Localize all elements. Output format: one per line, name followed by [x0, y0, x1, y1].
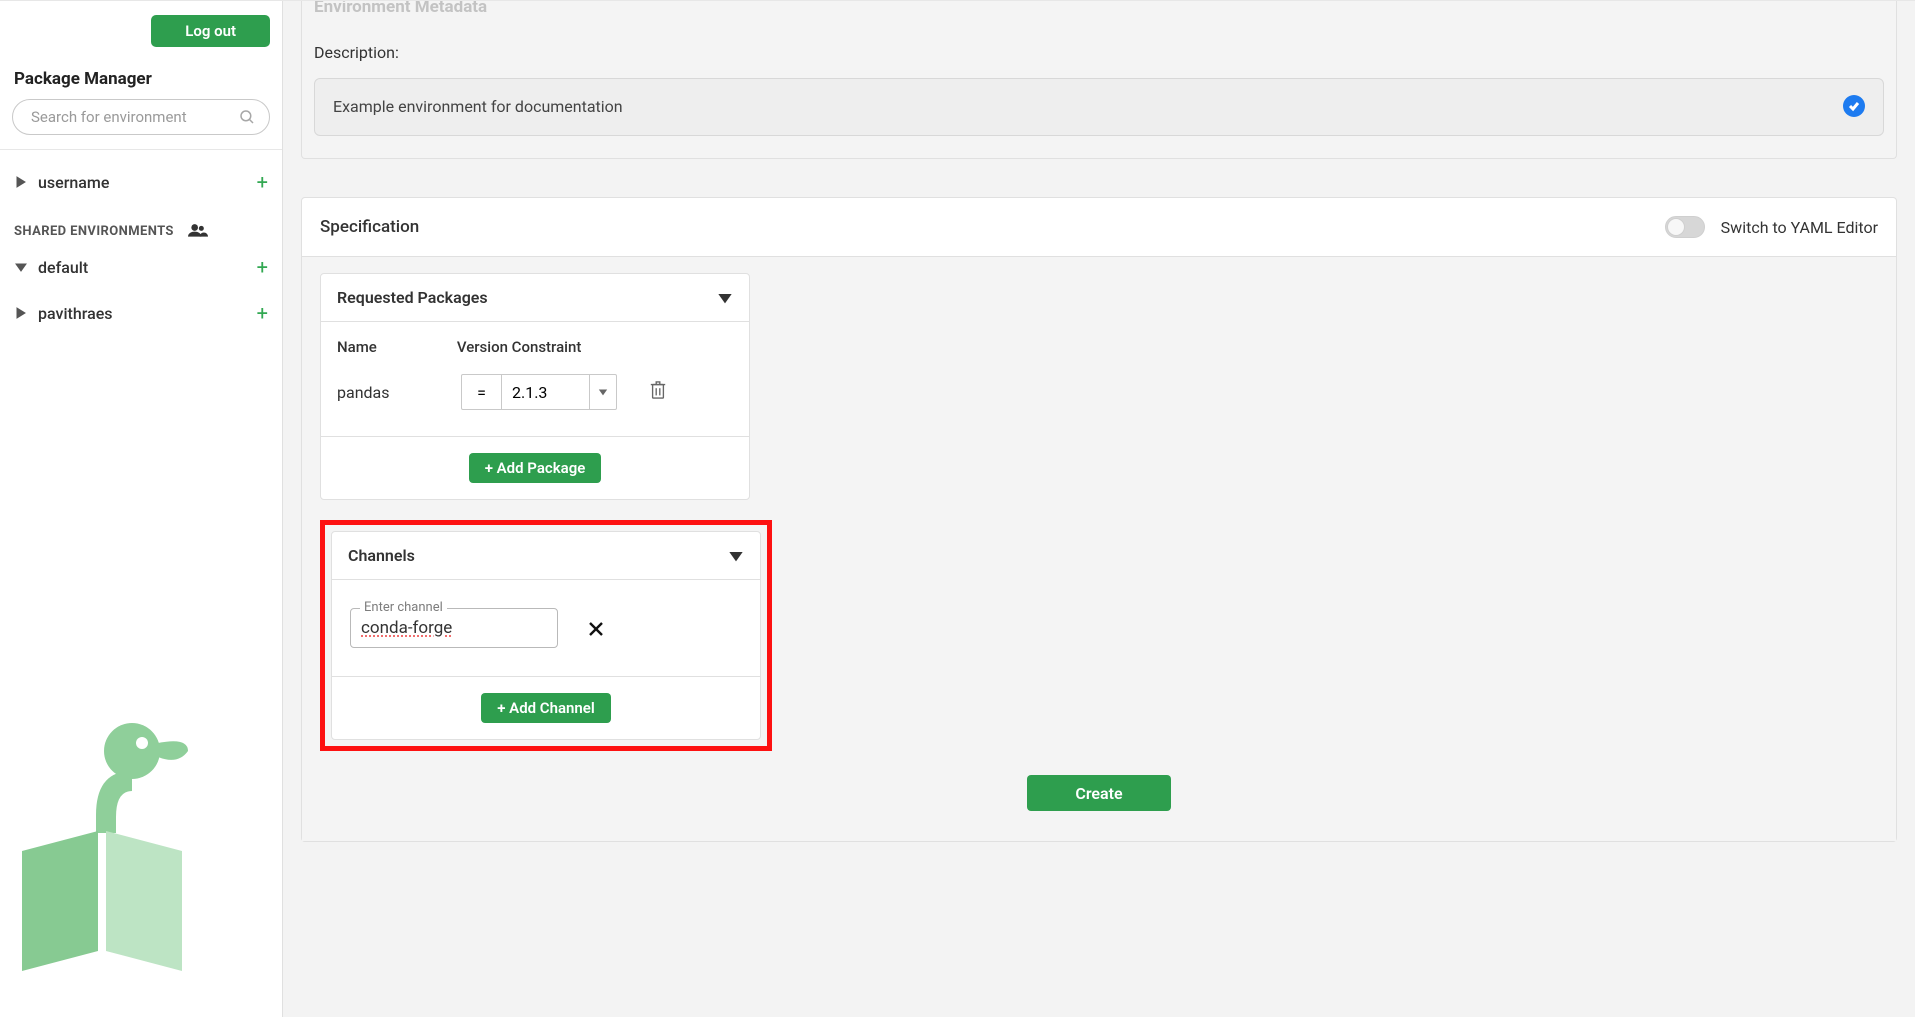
chevron-down-icon	[728, 548, 744, 564]
tree-item-label: username	[38, 173, 109, 192]
add-env-button[interactable]: +	[257, 172, 268, 192]
requested-packages-header[interactable]: Requested Packages	[321, 274, 749, 322]
add-env-button[interactable]: +	[257, 257, 268, 277]
valid-check-icon	[1843, 95, 1865, 117]
description-field[interactable]: Example environment for documentation	[314, 78, 1884, 136]
app-title: Package Manager	[14, 69, 270, 89]
chevron-down-icon	[717, 290, 733, 306]
search-input[interactable]	[12, 99, 270, 135]
sidebar-item-pavithraes[interactable]: pavithraes +	[14, 295, 268, 331]
remove-channel-button[interactable]	[582, 615, 610, 643]
chevron-right-icon	[14, 175, 28, 189]
shared-environments-heading: SHARED ENVIRONMENTS	[0, 200, 282, 249]
constraint-version[interactable]: 2.1.3	[502, 375, 590, 409]
sidebar-item-default[interactable]: default +	[14, 249, 268, 285]
tree-item-label: pavithraes	[38, 304, 113, 323]
main-content: Environment Metadata Description: Exampl…	[283, 1, 1915, 1017]
create-button[interactable]: Create	[1027, 775, 1171, 811]
channels-panel: Channels Enter channel	[331, 531, 761, 740]
sidebar-item-username[interactable]: username +	[14, 164, 268, 200]
shared-users-icon	[188, 222, 208, 241]
add-channel-button[interactable]: + Add Channel	[481, 693, 611, 723]
panel-title: Channels	[348, 546, 415, 565]
constraint-dropdown[interactable]	[590, 375, 616, 409]
channels-header[interactable]: Channels	[332, 532, 760, 580]
chevron-down-icon	[14, 260, 28, 274]
requested-packages-panel: Requested Packages Name Version Constrai…	[320, 273, 750, 500]
description-text: Example environment for documentation	[333, 97, 623, 116]
yaml-editor-toggle[interactable]	[1665, 216, 1705, 238]
description-label: Description:	[314, 43, 1884, 62]
column-version: Version Constraint	[457, 338, 582, 356]
column-name: Name	[337, 338, 377, 356]
add-env-button[interactable]: +	[257, 303, 268, 323]
panel-title: Requested Packages	[337, 288, 488, 307]
metadata-heading: Environment Metadata	[302, 1, 1896, 17]
specification-card: Specification Switch to YAML Editor Requ…	[301, 197, 1897, 842]
specification-heading: Specification	[320, 217, 419, 237]
packages-columns: Name Version Constraint	[321, 322, 749, 360]
search-icon	[238, 108, 256, 126]
package-row: pandas = 2.1.3	[321, 360, 749, 436]
yaml-editor-label: Switch to YAML Editor	[1721, 218, 1878, 237]
constraint-operator[interactable]: =	[462, 375, 502, 409]
logout-button[interactable]: Log out	[151, 15, 270, 47]
environment-metadata-card: Environment Metadata Description: Exampl…	[301, 1, 1897, 159]
tree-item-label: default	[38, 258, 88, 277]
channel-field-label: Enter channel	[360, 600, 447, 615]
add-package-button[interactable]: + Add Package	[469, 453, 602, 483]
package-name: pandas	[337, 383, 447, 402]
conda-store-logo	[2, 711, 202, 1001]
delete-package-button[interactable]	[649, 380, 667, 404]
chevron-right-icon	[14, 306, 28, 320]
sidebar: Log out Package Manager username + SHARE…	[0, 1, 283, 1017]
channels-highlight: Channels Enter channel	[320, 520, 772, 751]
version-constraint[interactable]: = 2.1.3	[461, 374, 617, 410]
